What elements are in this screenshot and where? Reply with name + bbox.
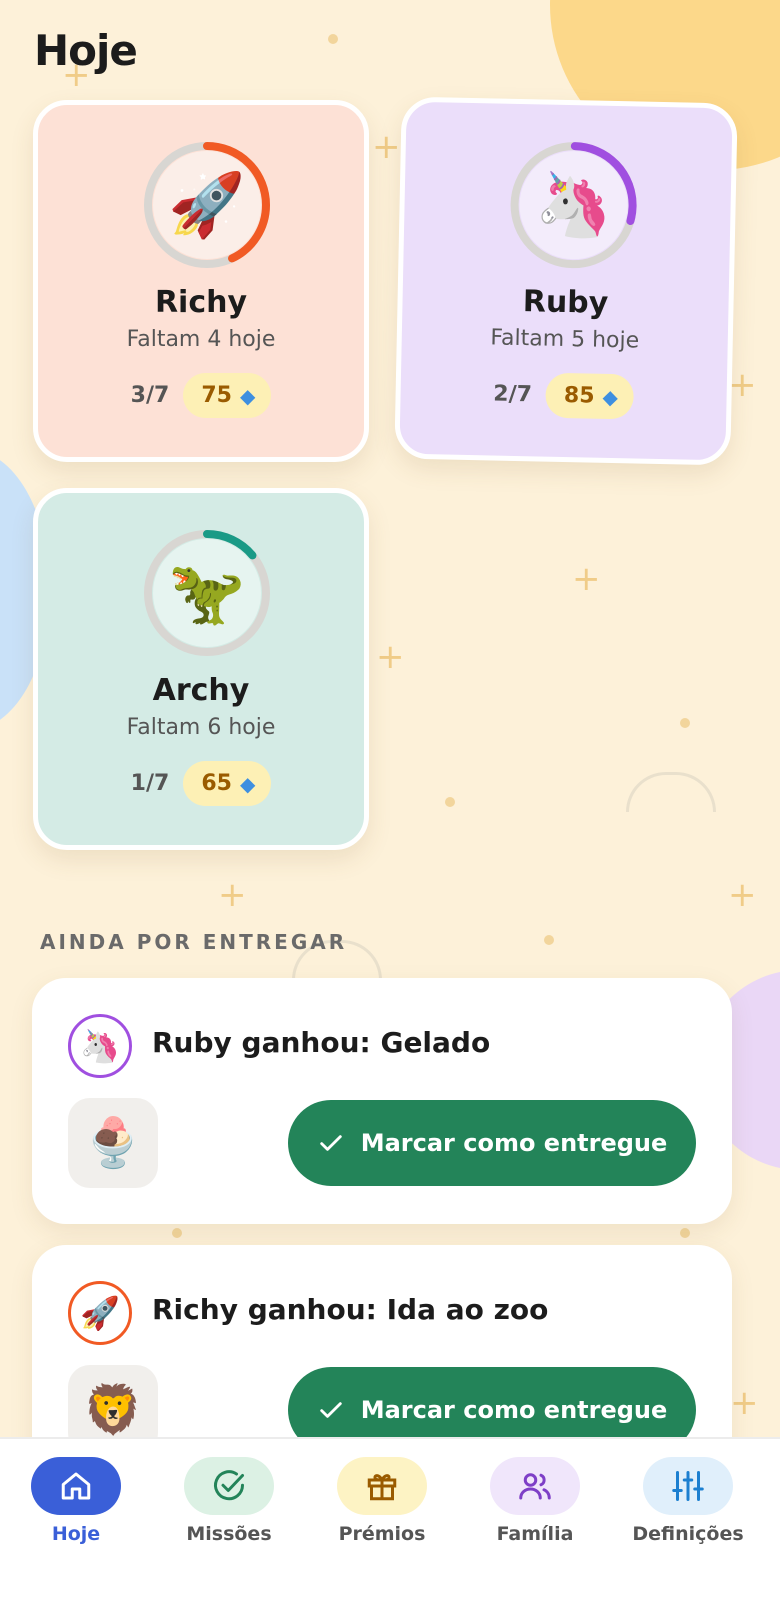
progress-ring: 🚀 [143,141,271,269]
gift-icon [337,1457,427,1515]
gem-icon: ◆ [239,383,256,408]
sparkle-icon: + [372,127,401,167]
background-dot [680,1228,690,1238]
kid-name: Richy [154,285,248,320]
background-dot [680,718,690,728]
kid-stats: 2/7 85 ◆ [400,370,727,422]
progress-ring: 🦖 [143,529,271,657]
kid-card-richy[interactable]: 🚀 Richy Faltam 4 hoje 3/7 75 ◆ [33,100,369,462]
sparkle-icon: + [572,559,601,599]
mark-delivered-label: Marcar como entregue [360,1396,668,1424]
sparkle-icon: + [730,1383,759,1423]
remaining-text: Faltam 5 hoje [490,325,640,354]
gem-balance: 75 ◆ [183,373,272,418]
progress-ring: 🦄 [508,140,639,271]
tab-label: Missões [186,1523,272,1545]
remaining-text: Faltam 6 hoje [126,715,276,740]
check-icon [319,1135,342,1151]
sparkle-icon: + [376,637,405,677]
tab-label: Família [496,1523,574,1545]
family-icon [490,1457,580,1515]
check-icon [319,1402,342,1418]
kid-stats: 1/7 65 ◆ [38,761,364,806]
pending-reward-card: 🦄 Ruby ganhou: Gelado 🍨 Marcar como entr… [32,978,732,1224]
progress-count: 2/7 [493,381,533,408]
tab-hoje[interactable]: Hoje [6,1457,146,1567]
bottom-tab-bar: Hoje Missões Prémios Família Definições [0,1437,780,1600]
tab-label: Prémios [338,1523,426,1545]
ice-cream-icon: 🍨 [68,1098,158,1188]
background-dot [328,34,338,44]
gem-count: 85 [563,382,595,409]
tab-familia[interactable]: Família [465,1457,605,1567]
page-title: Hoje [34,26,138,75]
tab-definicoes[interactable]: Definições [618,1457,758,1567]
sparkle-icon: + [218,875,247,915]
check-circle-icon [184,1457,274,1515]
cloud-icon [626,772,716,812]
unicorn-icon: 🦄 [68,1014,132,1078]
rocket-icon: 🚀 [68,1281,132,1345]
section-label-pending: AINDA POR ENTREGAR [40,930,348,954]
sliders-icon [643,1457,733,1515]
dinosaur-icon: 🦖 [153,539,261,647]
kid-stats: 3/7 75 ◆ [38,373,364,418]
kid-name: Ruby [522,284,609,321]
gem-count: 65 [201,771,232,796]
tab-premios[interactable]: Prémios [312,1457,452,1567]
sparkle-icon: + [728,365,757,405]
progress-count: 3/7 [130,383,170,408]
kid-card-archy[interactable]: 🦖 Archy Faltam 6 hoje 1/7 65 ◆ [33,488,369,850]
gem-balance: 85 ◆ [545,372,635,420]
reward-title: Ruby ganhou: Gelado [152,1026,491,1059]
background-dot [172,1228,182,1238]
mark-delivered-button[interactable]: Marcar como entregue [288,1100,696,1186]
background-dot [544,935,554,945]
tab-label: Hoje [51,1523,101,1545]
gem-balance: 65 ◆ [183,761,272,806]
rocket-icon: 🚀 [153,151,261,259]
kid-name: Archy [152,673,250,708]
home-icon [31,1457,121,1515]
gem-icon: ◆ [602,384,619,409]
tab-label: Definições [632,1523,744,1545]
progress-count: 1/7 [130,771,170,796]
mark-delivered-label: Marcar como entregue [360,1129,668,1157]
gem-count: 75 [201,383,232,408]
kid-card-ruby[interactable]: 🦄 Ruby Faltam 5 hoje 2/7 85 ◆ [394,96,738,466]
tab-missoes[interactable]: Missões [159,1457,299,1567]
background-dot [445,797,455,807]
remaining-text: Faltam 4 hoje [126,327,276,352]
gem-icon: ◆ [239,771,256,796]
reward-title: Richy ganhou: Ida ao zoo [152,1293,549,1326]
sparkle-icon: + [728,875,757,915]
